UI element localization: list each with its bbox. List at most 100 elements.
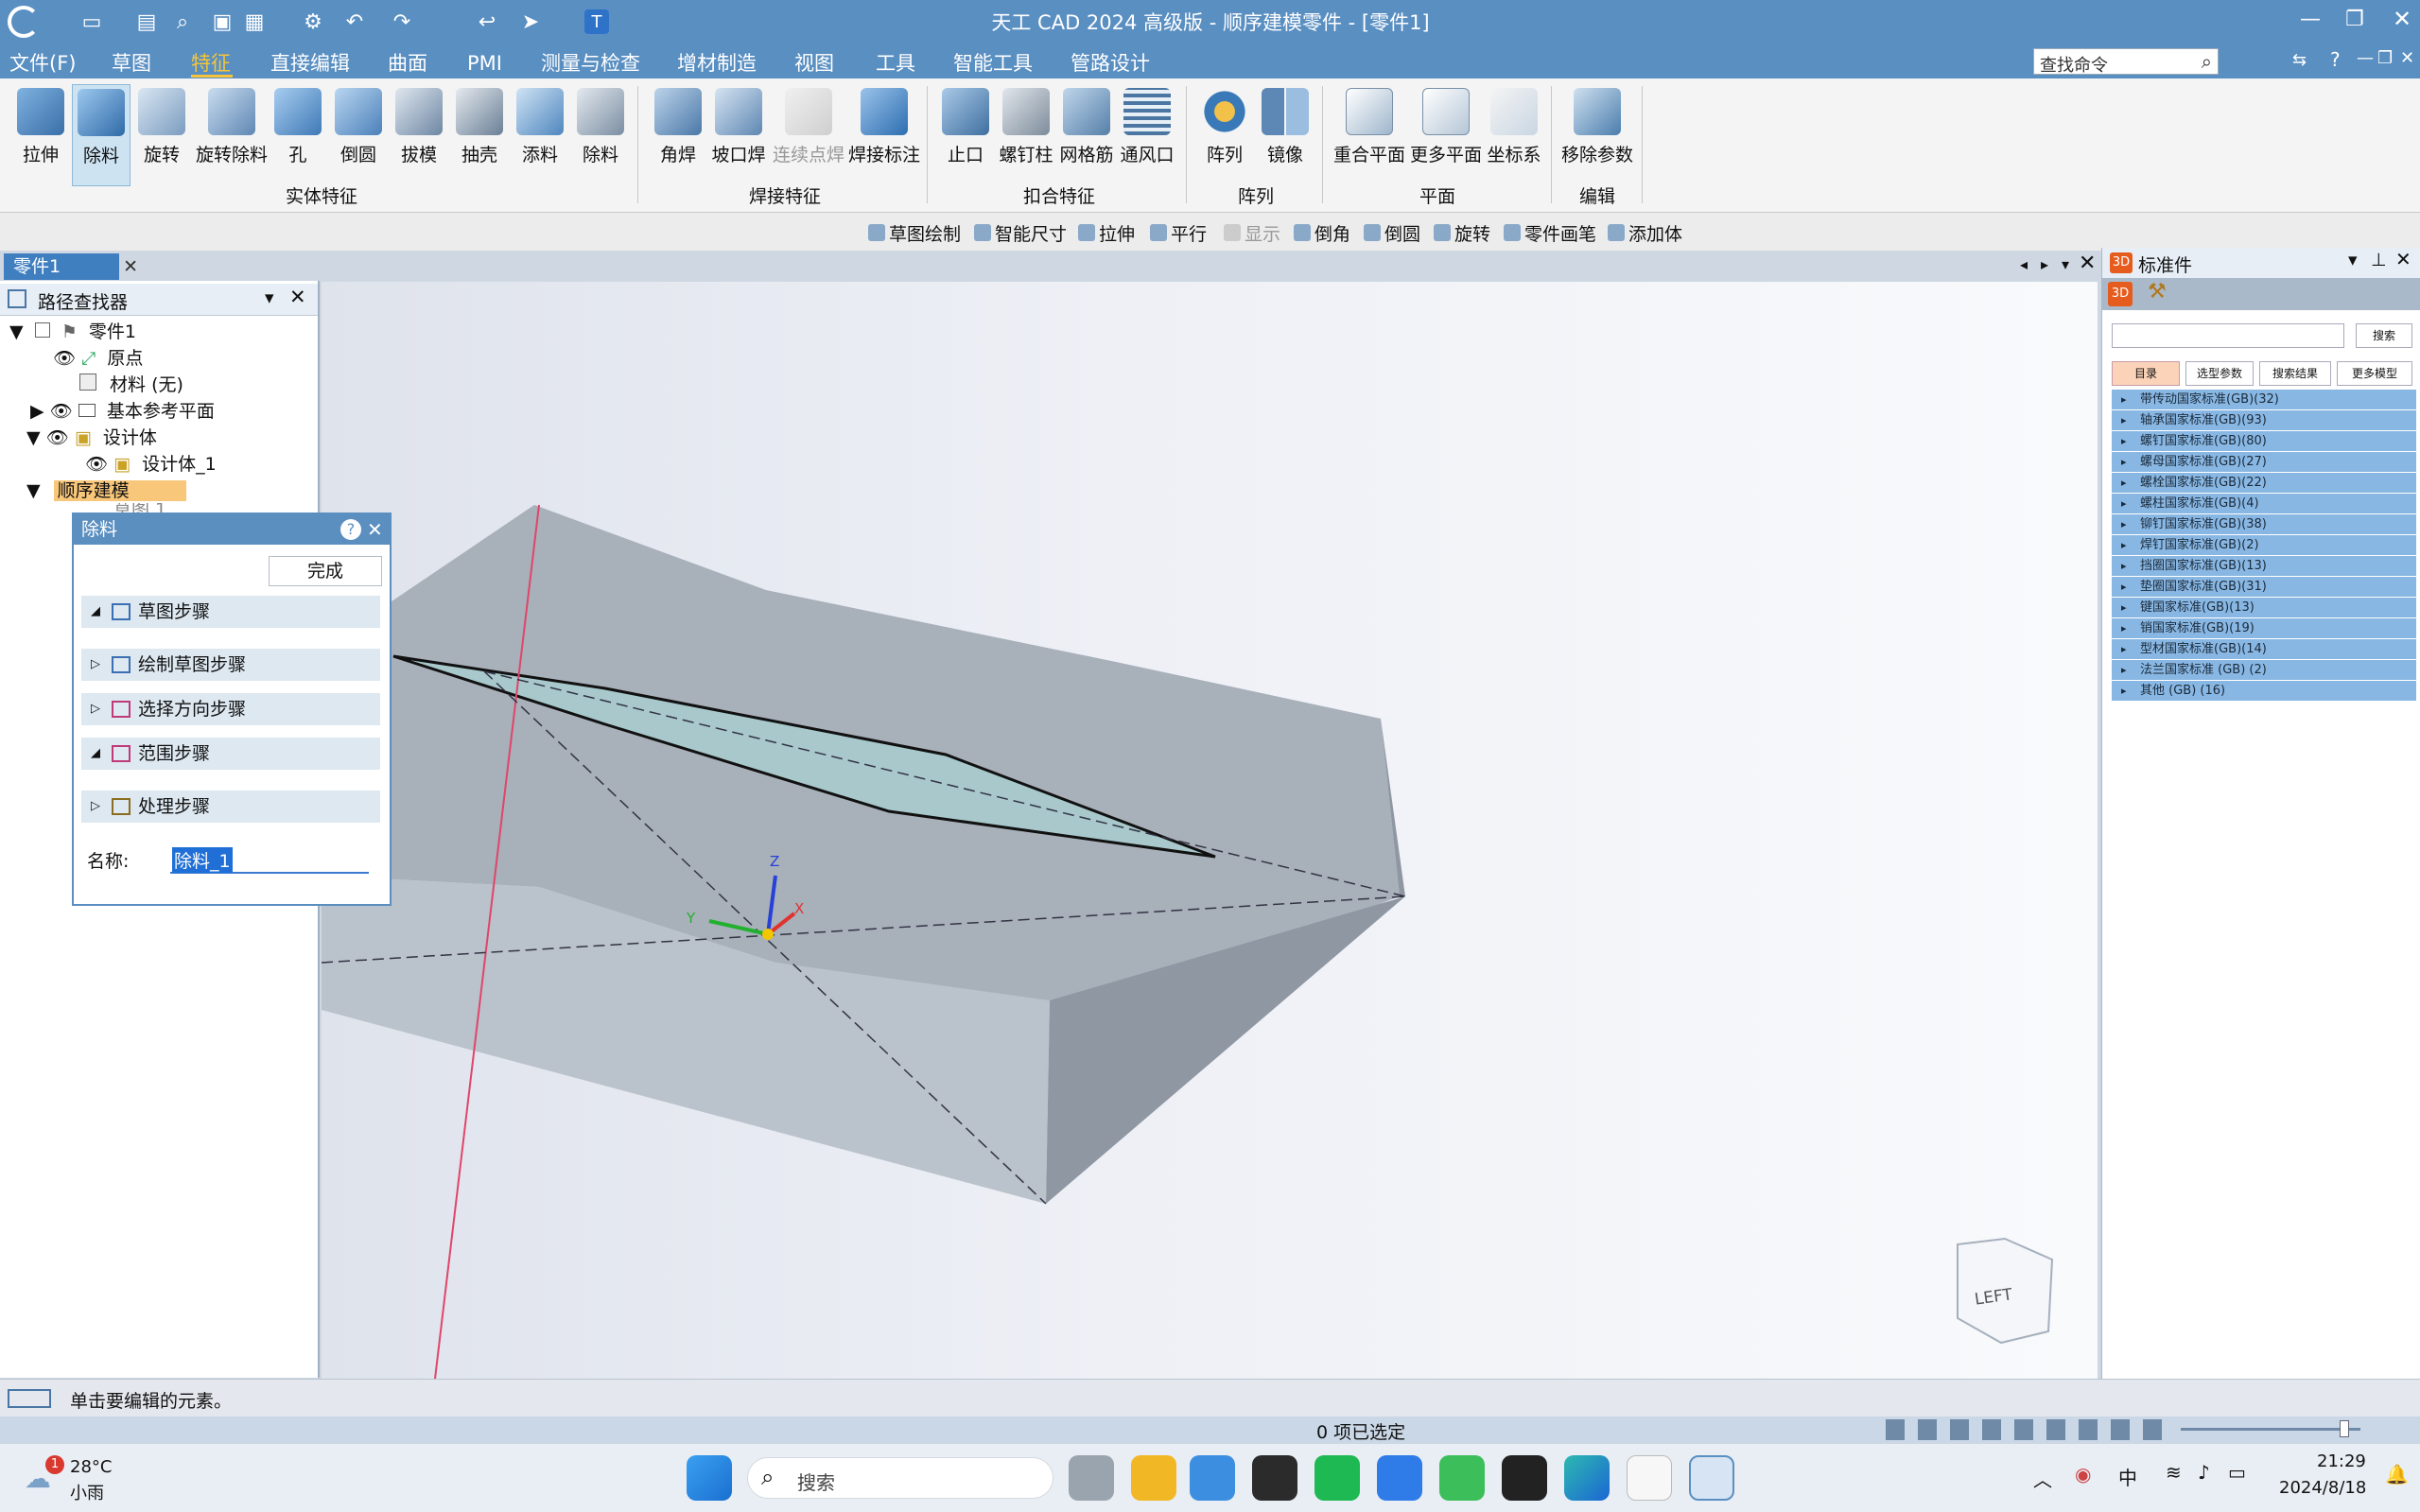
parallel-button[interactable]: 平行 (1150, 220, 1207, 245)
tab-list-icon[interactable]: ▾ (2062, 255, 2069, 273)
help-icon[interactable]: ? (2330, 48, 2341, 71)
select-arrow-icon[interactable]: ➤ (516, 6, 545, 38)
app-logo-icon[interactable] (8, 6, 40, 38)
menu-surface[interactable]: 曲面 (388, 50, 427, 77)
category-item[interactable]: 螺栓国家标准(GB)(22) (2112, 473, 2416, 494)
done-button[interactable]: 完成 (269, 556, 382, 586)
weld-symbol-button[interactable]: 焊接标注 (848, 84, 920, 186)
menu-direct-edit[interactable]: 直接编辑 (270, 50, 350, 77)
find-icon[interactable]: ⌕ (168, 6, 197, 38)
category-item[interactable]: 轴承国家标准(GB)(93) (2112, 410, 2416, 431)
clock-time[interactable]: 21:29 (2317, 1451, 2366, 1471)
menu-features[interactable]: 特征 (191, 50, 231, 77)
category-item[interactable]: 铆钉国家标准(GB)(38) (2112, 514, 2416, 535)
tree-item-design-body-1[interactable]: 👁 ▣ 设计体_1 (85, 452, 217, 477)
menu-pmi[interactable]: PMI (467, 50, 502, 77)
step-direction[interactable]: ▷ 选择方向步骤 (81, 693, 380, 725)
minimize-button[interactable]: — (2300, 8, 2321, 31)
battery-icon[interactable]: ▭ (2228, 1461, 2246, 1484)
hammer-icon[interactable]: ⚒ (2148, 280, 2167, 304)
open-file-icon[interactable]: ▤ (132, 6, 161, 38)
tree-item-design-body[interactable]: ▼ 👁 ▣ 设计体 (26, 426, 157, 450)
expand-icon[interactable]: ▶ (30, 401, 44, 422)
step-sketch[interactable]: ◢ 草图步骤 (81, 596, 380, 628)
add-body-button[interactable]: 添加体 (1608, 220, 1682, 245)
ribbon-options-icon[interactable]: ⇆ (2292, 50, 2307, 70)
category-item[interactable]: 垫圈国家标准(GB)(31) (2112, 577, 2416, 598)
save-as-icon[interactable]: ▦ (240, 6, 269, 38)
round-button[interactable]: 倒圆 (329, 84, 388, 186)
remove-material-button[interactable]: 除料 (571, 84, 630, 186)
wechat-icon[interactable] (1439, 1455, 1485, 1501)
remove-parameters-button[interactable]: 移除参数 (1560, 84, 1634, 186)
fillet-weld-button[interactable]: 角焊 (649, 84, 707, 186)
category-item[interactable]: 挡圈国家标准(GB)(13) (2112, 556, 2416, 577)
revolve-cut-button[interactable]: 旋转除料 (196, 84, 268, 186)
eye-icon[interactable]: 👁 (53, 348, 76, 369)
panel-menu-icon[interactable]: ▾ (265, 287, 274, 308)
parts-search-input[interactable] (2112, 323, 2344, 348)
collapse-icon[interactable]: ▼ (26, 427, 41, 448)
draft-button[interactable]: 拔模 (390, 84, 448, 186)
step-draw-sketch[interactable]: ▷ 绘制草图步骤 (81, 649, 380, 681)
screw-boss-button[interactable]: 螺钉柱 (997, 84, 1055, 186)
category-item[interactable]: 螺母国家标准(GB)(27) (2112, 452, 2416, 473)
collapse-icon[interactable]: ▼ (9, 322, 24, 342)
tab-more-models[interactable]: 更多模型 (2337, 361, 2412, 386)
start-icon[interactable] (687, 1455, 732, 1501)
category-item[interactable]: 焊钉国家标准(GB)(2) (2112, 535, 2416, 556)
coordinate-system-button[interactable]: 坐标系 (1483, 84, 1545, 186)
category-item[interactable]: 带传动国家标准(GB)(32) (2112, 390, 2416, 410)
pin-icon[interactable]: ⊥ (2371, 250, 2387, 270)
document-icon[interactable] (1627, 1455, 1672, 1501)
tab-scroll-left-icon[interactable]: ◂ (2020, 255, 2028, 273)
step-extent[interactable]: ◢ 范围步骤 (81, 738, 380, 770)
show-button[interactable]: 显示 (1224, 220, 1280, 245)
notification-bell-icon[interactable]: 🔔 (2385, 1463, 2409, 1486)
tiangong-cad-icon[interactable] (1689, 1455, 1734, 1501)
maximize-button[interactable]: ❐ (2345, 8, 2364, 31)
zoom-slider-thumb[interactable] (2340, 1420, 2349, 1437)
dialog-close-icon[interactable]: ✕ (367, 514, 383, 545)
back-icon[interactable]: ↩ (473, 6, 501, 38)
part-painter-button[interactable]: 零件画笔 (1504, 220, 1596, 245)
stitch-weld-button[interactable]: 连续点焊 (773, 84, 844, 186)
viewport-close-icon[interactable]: ✕ (2079, 252, 2096, 275)
tab-close-icon[interactable]: ✕ (123, 253, 138, 280)
smart-dimension-button[interactable]: 智能尺寸 (974, 220, 1067, 245)
doc-restore-icon[interactable]: ❐ (2377, 48, 2393, 68)
vent-button[interactable]: 通风口 (1118, 84, 1176, 186)
chamfer-button[interactable]: 倒角 (1294, 220, 1350, 245)
category-item[interactable]: 其他 (GB) (16) (2112, 681, 2416, 702)
menu-additive[interactable]: 增材制造 (677, 50, 757, 77)
groove-weld-button[interactable]: 坡口焊 (709, 84, 768, 186)
add-material-button[interactable]: 添料 (511, 84, 569, 186)
category-item[interactable]: 螺柱国家标准(GB)(4) (2112, 494, 2416, 514)
collapse-icon[interactable]: ◢ (91, 596, 100, 628)
clock-date[interactable]: 2024/8/18 (2279, 1478, 2366, 1498)
tab-scroll-right-icon[interactable]: ▸ (2041, 255, 2048, 273)
shell-button[interactable]: 抽壳 (450, 84, 509, 186)
panel-menu-icon[interactable]: ▾ (2348, 250, 2358, 270)
tray-overflow-icon[interactable]: ︿ (2033, 1465, 2052, 1492)
ime-indicator[interactable]: 中 (2118, 1463, 2137, 1490)
qq-icon[interactable] (1502, 1455, 1547, 1501)
coincident-plane-button[interactable]: 重合平面 (1333, 84, 1405, 186)
model-view[interactable] (322, 282, 2098, 1379)
text-tool-icon[interactable]: T (584, 9, 609, 34)
tab-catalog[interactable]: 目录 (2112, 361, 2180, 386)
sketch-button[interactable]: 草图绘制 (868, 220, 961, 245)
file-explorer-icon[interactable] (1131, 1455, 1176, 1501)
category-item[interactable]: 销国家标准(GB)(19) (2112, 618, 2416, 639)
taskbar-search[interactable]: ⌕ 搜索 (747, 1457, 1053, 1499)
category-item[interactable]: 螺钉国家标准(GB)(80) (2112, 431, 2416, 452)
settings-icon[interactable]: ⚙ (299, 6, 327, 38)
store-icon[interactable] (1190, 1455, 1235, 1501)
expand-icon[interactable]: ▷ (91, 649, 100, 681)
tree-item-material[interactable]: 材料 (无) (79, 373, 183, 397)
tab-search-results[interactable]: 搜索结果 (2259, 361, 2331, 386)
help-icon[interactable]: ? (340, 519, 361, 540)
doc-close-icon[interactable]: ✕ (2400, 48, 2414, 68)
tab-selection-params[interactable]: 选型参数 (2185, 361, 2254, 386)
revolve-button[interactable]: 旋转 (132, 84, 191, 186)
